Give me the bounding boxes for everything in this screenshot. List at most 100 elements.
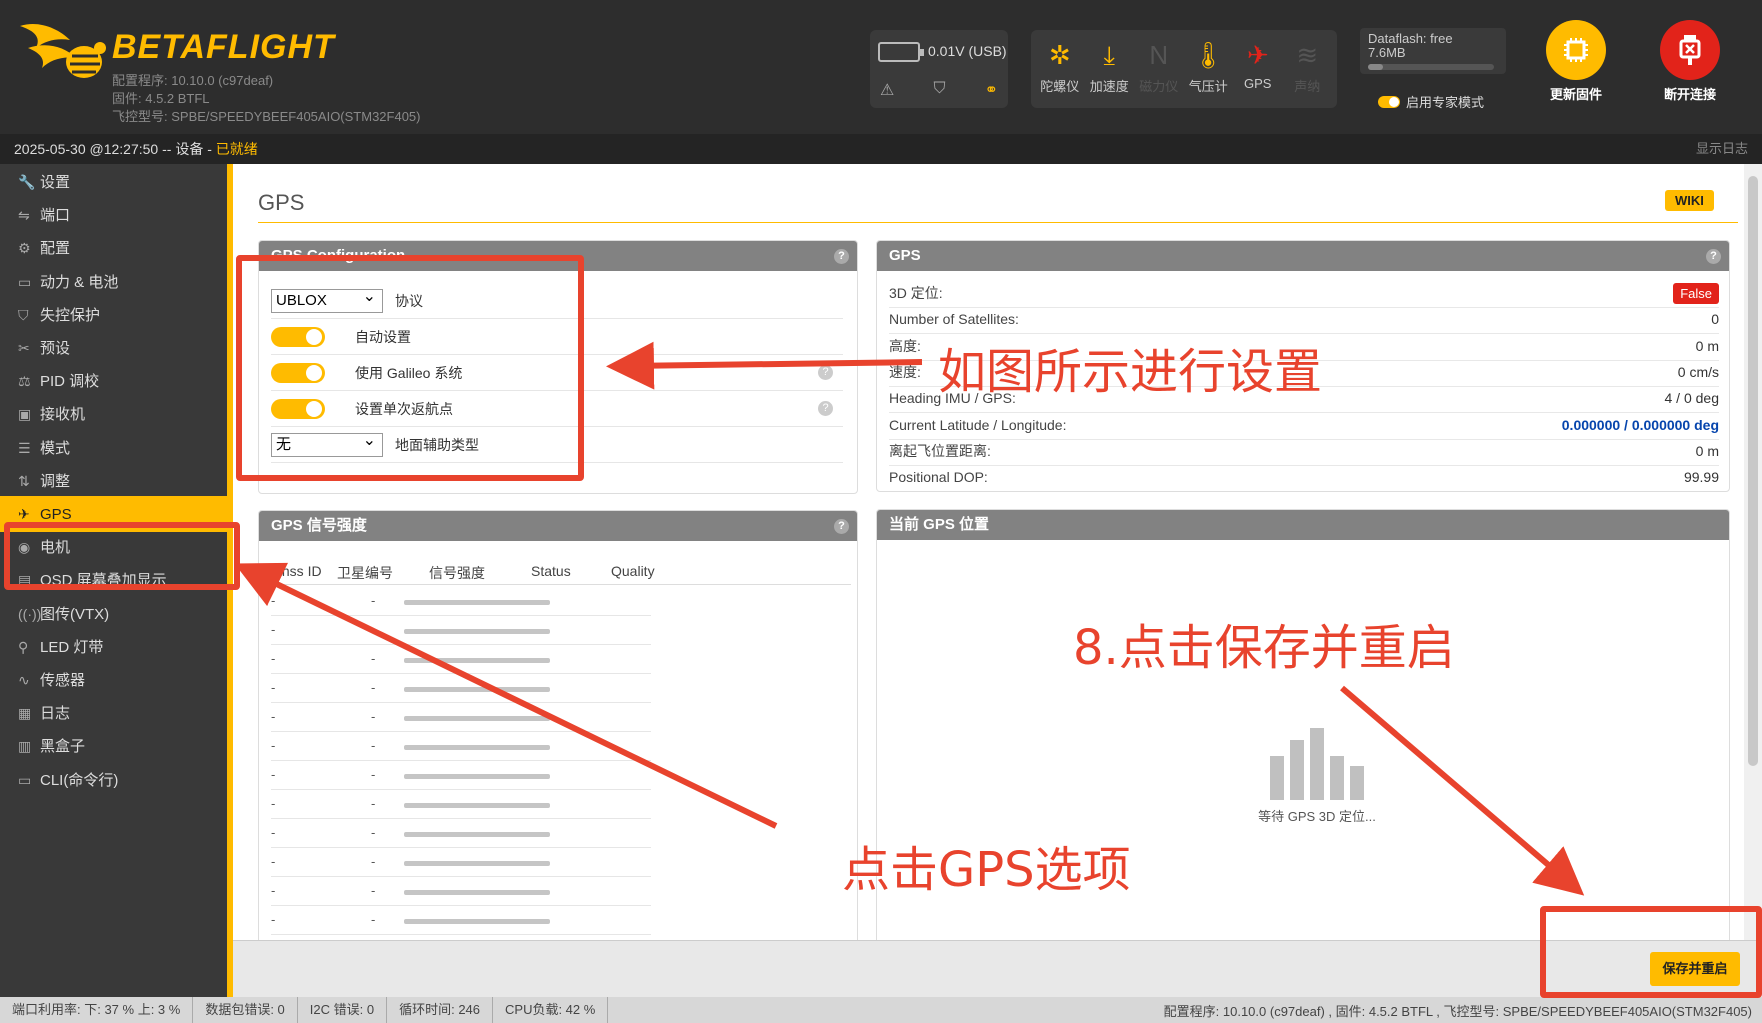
- gnss-id-cell: -: [271, 622, 276, 637]
- expert-mode-switch[interactable]: [1378, 95, 1400, 108]
- sensor-sonar: ≋ 声纳: [1283, 34, 1333, 104]
- betaflight-window: BETAFLIGHT 配置程序: 10.10.0 (c97deaf) 固件: 4…: [0, 0, 1762, 1023]
- table-row: --: [271, 587, 651, 616]
- connection-status-line: 2025-05-30 @12:27:50 -- 设备 - 已就绪 显示日志: [0, 134, 1762, 164]
- gps-info-value: 99.99: [1683, 469, 1719, 486]
- gnss-id-cell: -: [271, 767, 276, 782]
- galileo-help-icon[interactable]: ?: [818, 365, 833, 380]
- gps-info-header: GPS ?: [877, 241, 1729, 271]
- sat-id-cell: -: [371, 680, 376, 695]
- gps-info-label: 离起飞位置距离:: [889, 442, 991, 459]
- annotation-box-save: [1540, 906, 1762, 998]
- sidebar-item-label: CLI(命令行): [40, 771, 119, 789]
- table-row: --: [271, 674, 651, 703]
- sidebar-item-4[interactable]: ⛉ 失控保护: [0, 297, 227, 333]
- gyro-icon: ✲: [1048, 40, 1071, 70]
- signal-strength-bar: [404, 861, 550, 866]
- waiting-fix: 等待 GPS 3D 定位...: [1237, 720, 1397, 825]
- sensor-accel: ⤓ 加速度: [1085, 34, 1135, 104]
- help-icon[interactable]: ?: [834, 519, 849, 534]
- signal-col-header: 卫星编号: [337, 565, 393, 581]
- sensor-label: 声纳: [1294, 79, 1321, 94]
- sidebar-item-17[interactable]: ▥ 黑盒子: [0, 728, 227, 764]
- gps-info-label: Current Latitude / Longitude:: [889, 416, 1067, 433]
- sensor-label: GPS: [1244, 76, 1272, 91]
- annotation-save-text: 8.点击保存并重启: [1073, 620, 1455, 676]
- sidebar-item-14[interactable]: ⚲ LED 灯带: [0, 629, 227, 665]
- sidebar-icon: ☰: [18, 439, 31, 456]
- sat-id-cell: -: [371, 883, 376, 898]
- annotation-box-gps: [4, 522, 240, 590]
- sidebar-icon: ▥: [18, 738, 32, 755]
- table-row: --: [271, 819, 651, 848]
- sidebar-icon: ((·)): [18, 605, 42, 622]
- dataflash-bar: [1368, 64, 1494, 70]
- sat-id-cell: -: [371, 651, 376, 666]
- signal-col-header: Gnss ID: [271, 563, 322, 579]
- wiki-button[interactable]: WIKI: [1665, 190, 1714, 211]
- gnss-id-cell: -: [271, 883, 276, 898]
- sidebar-item-3[interactable]: ▭ 动力 & 电池: [0, 264, 227, 300]
- gps-info-value: 0 cm/s: [1677, 363, 1719, 380]
- sidebar-icon: ⇅: [18, 472, 30, 489]
- help-icon[interactable]: ?: [1706, 249, 1721, 264]
- gps-info-value: 0 m: [1695, 337, 1719, 354]
- sensor-baro: 🌡 气压计: [1184, 34, 1234, 104]
- sidebar-item-13[interactable]: ((·))图传(VTX): [0, 596, 227, 632]
- gnss-id-cell: -: [271, 825, 276, 840]
- show-log-link[interactable]: 显示日志: [1696, 134, 1748, 164]
- sensor-gyro: ✲ 陀螺仪: [1035, 34, 1085, 104]
- firmware-version: 固件: 4.5.2 BTFL: [112, 91, 210, 106]
- signal-strength-bar: [404, 832, 550, 837]
- status-timestamp: 2025-05-30 @12:27:50 -- 设备 -: [14, 141, 216, 157]
- gps-signal-panel: GPS 信号强度 ? Gnss ID 卫星编号 信号强度 Status Quality …: [258, 510, 858, 940]
- update-firmware-label: 更新固件: [1549, 87, 1602, 102]
- failsafe-icon: ⛉: [933, 80, 946, 97]
- gnss-id-cell: -: [271, 593, 276, 608]
- table-row: --: [271, 790, 651, 819]
- usb-disconnect-icon: [1660, 20, 1720, 80]
- accel-icon: ⤓: [1103, 40, 1116, 70]
- gnss-id-cell: -: [271, 912, 276, 927]
- sidebar-item-9[interactable]: ⇅ 调整: [0, 463, 227, 499]
- sidebar-item-5[interactable]: ✂ 预设: [0, 330, 227, 366]
- battery-voltage: 0.01V (USB): [928, 43, 1007, 59]
- gps-signal-title: GPS 信号强度: [271, 517, 367, 534]
- dataflash-label: Dataflash: free: [1368, 31, 1453, 46]
- version-info: 配置程序: 10.10.0 (c97deaf) 固件: 4.5.2 BTFL 飞…: [112, 72, 421, 126]
- sidebar-item-label: 日志: [40, 705, 71, 723]
- sidebar-item-7[interactable]: ▣ 接收机: [0, 396, 227, 432]
- dataflash-size: 7.6MB: [1368, 45, 1406, 60]
- signal-strength-bar: [404, 745, 550, 750]
- table-row: --: [271, 616, 651, 645]
- sidebar-icon: ⇋: [18, 207, 30, 224]
- signal-bars-icon: [1237, 720, 1397, 800]
- gps-info-row: 离起飞位置距离: 0 m: [889, 437, 1719, 466]
- help-icon[interactable]: ?: [834, 249, 849, 264]
- sidebar-item-6[interactable]: ⚖ PID 调校: [0, 363, 227, 399]
- home-once-help-icon[interactable]: ?: [818, 401, 833, 416]
- main-scrollbar[interactable]: [1744, 164, 1762, 940]
- sat-id-cell: -: [371, 796, 376, 811]
- sidebar-item-0[interactable]: 🔧 设置: [0, 164, 227, 200]
- table-row: --: [271, 732, 651, 761]
- sensor-label: 气压计: [1188, 79, 1228, 94]
- sidebar-item-15[interactable]: ∿ 传感器: [0, 662, 227, 698]
- disconnect-button[interactable]: 断开连接: [1650, 20, 1730, 103]
- cpu-load: CPU负载: 42 %: [493, 997, 609, 1023]
- sidebar-item-18[interactable]: ▭ CLI(命令行): [0, 762, 227, 798]
- sidebar-icon: ▦: [18, 705, 32, 722]
- sidebar-icon: 🔧: [18, 174, 36, 190]
- expert-mode-toggle[interactable]: 启用专家模式: [1378, 92, 1484, 111]
- gps-info-label: 3D 定位:: [889, 285, 943, 301]
- app-logo-text: BETAFLIGHT: [112, 28, 335, 66]
- bee-logo-icon: [20, 23, 106, 78]
- sidebar-item-8[interactable]: ☰ 模式: [0, 430, 227, 466]
- table-row: --: [271, 703, 651, 732]
- update-firmware-button[interactable]: 更新固件: [1536, 20, 1616, 103]
- gps-info-row: Positional DOP: 99.99: [889, 463, 1719, 491]
- sidebar-item-2[interactable]: ⚙ 配置: [0, 230, 227, 266]
- sidebar-item-16[interactable]: ▦ 日志: [0, 695, 227, 731]
- sat-id-cell: -: [371, 767, 376, 782]
- sidebar-item-1[interactable]: ⇋ 端口: [0, 197, 227, 233]
